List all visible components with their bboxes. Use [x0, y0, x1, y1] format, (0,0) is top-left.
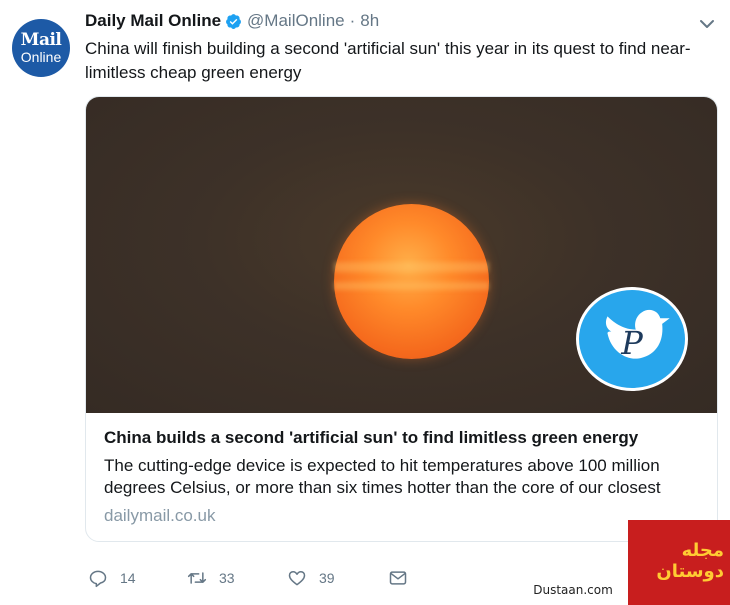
tweet-header: Daily Mail Online @MailOnline · 8h [85, 10, 379, 32]
watermark-banner: مجله دوستان [628, 520, 730, 605]
envelope-icon [389, 571, 407, 585]
retweet-icon [187, 572, 207, 584]
avatar-text-line1: Mail [20, 30, 62, 50]
separator-dot: · [349, 11, 356, 30]
sun-image [334, 204, 489, 359]
reply-count: 14 [120, 570, 136, 586]
author-name[interactable]: Daily Mail Online [85, 11, 221, 31]
card-domain: dailymail.co.uk [104, 506, 216, 525]
retweet-count: 33 [219, 570, 235, 586]
author-handle[interactable]: @MailOnline [247, 11, 345, 31]
retweet-button[interactable]: 33 [187, 568, 235, 588]
link-card[interactable]: P China builds a second 'artificial sun'… [85, 96, 718, 542]
watermark-arabic-text: مجله دوستان [656, 540, 724, 582]
watermark-site: Dustaan.com [518, 578, 628, 602]
watermark-site-text: Dustaan.com [533, 583, 613, 597]
twitter-bird-logo-icon: P [576, 287, 688, 391]
tweet[interactable]: Mail Online Daily Mail Online @MailOnlin… [0, 0, 730, 605]
chevron-down-icon[interactable] [697, 14, 717, 34]
heart-icon [288, 571, 306, 586]
like-button[interactable]: 39 [287, 568, 335, 588]
svg-text:P: P [620, 324, 643, 362]
verified-badge-icon [226, 13, 241, 29]
avatar-text-line2: Online [20, 49, 62, 65]
card-title[interactable]: China builds a second 'artificial sun' t… [104, 427, 699, 449]
tweet-text: China will finish building a second 'art… [85, 39, 691, 82]
avatar[interactable]: Mail Online [12, 19, 70, 77]
reply-icon [89, 570, 107, 588]
like-count: 39 [319, 570, 335, 586]
direct-message-button[interactable] [388, 568, 408, 588]
card-image[interactable]: P [86, 97, 717, 413]
card-description: The cutting-edge device is expected to h… [104, 456, 661, 497]
reply-button[interactable]: 14 [88, 568, 136, 588]
tweet-timestamp[interactable]: 8h [360, 11, 379, 31]
card-body: China builds a second 'artificial sun' t… [86, 413, 717, 527]
